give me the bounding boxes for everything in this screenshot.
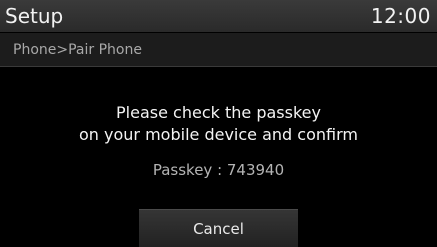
setup-screen: Setup 12:00 Phone>Pair Phone Please chec…	[0, 0, 437, 247]
breadcrumb: Phone>Pair Phone	[13, 42, 142, 58]
cancel-button-label: Cancel	[193, 219, 244, 238]
passkey-text: Passkey : 743940	[152, 161, 285, 179]
pairing-dialog: Please check the passkey on your mobile …	[0, 67, 437, 203]
page-title: Setup	[5, 4, 64, 28]
cancel-button[interactable]: Cancel	[139, 209, 298, 247]
pairing-message-line-1: Please check the passkey	[116, 103, 321, 122]
pairing-message-line-2: on your mobile device and confirm	[79, 125, 358, 144]
clock: 12:00	[370, 4, 431, 28]
breadcrumb-bar: Phone>Pair Phone	[0, 33, 437, 67]
header-bar: Setup 12:00	[0, 0, 437, 32]
pairing-message: Please check the passkey on your mobile …	[0, 102, 437, 146]
